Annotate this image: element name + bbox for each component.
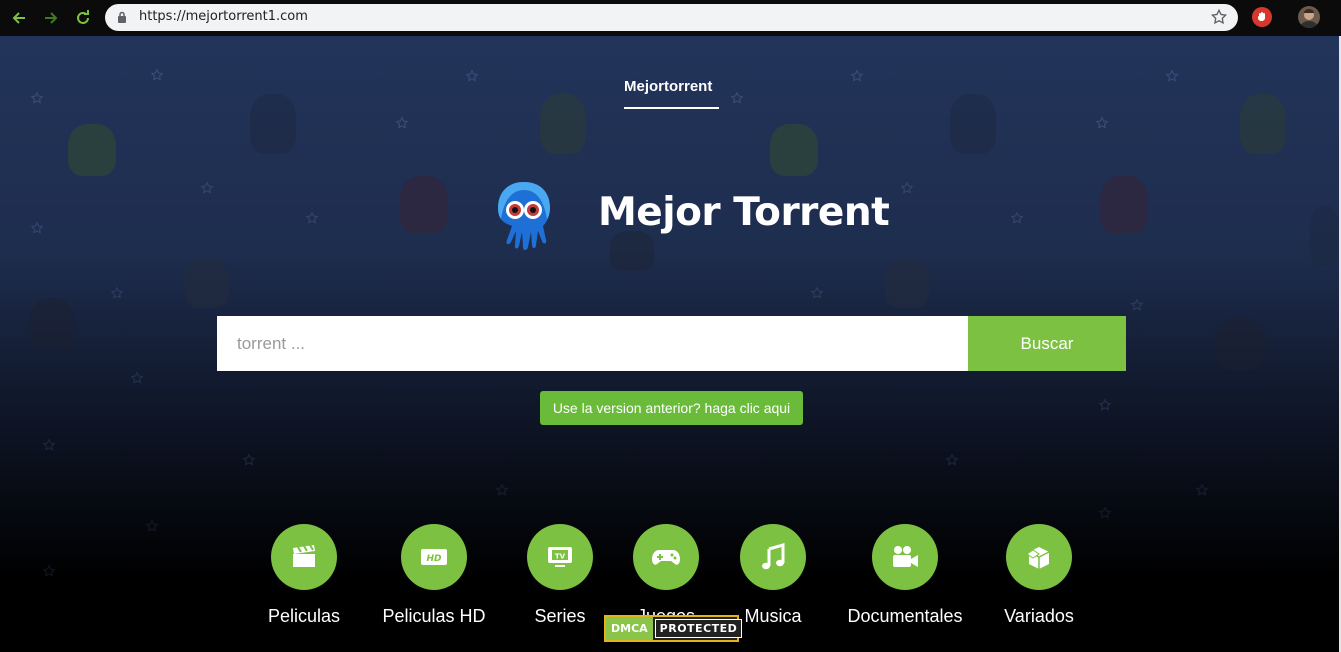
tv-icon: TV (527, 524, 593, 590)
star-icon (730, 91, 744, 104)
category-documentales[interactable]: Documentales (835, 524, 975, 627)
monster-decoration (250, 94, 296, 154)
star-icon (42, 438, 56, 451)
star-icon (30, 221, 44, 234)
star-icon (145, 519, 159, 532)
star-icon (242, 453, 256, 466)
star-icon (305, 211, 319, 224)
star-icon (200, 181, 214, 194)
search-input[interactable] (217, 316, 968, 371)
monster-decoration (950, 94, 996, 154)
clapperboard-icon (271, 524, 337, 590)
monster-decoration (400, 176, 448, 234)
svg-text:HD: HD (426, 554, 442, 564)
star-icon (110, 286, 124, 299)
star-icon (150, 68, 164, 81)
monster-decoration (1310, 206, 1339, 266)
star-icon (1095, 116, 1109, 129)
monster-decoration (770, 124, 818, 176)
browser-toolbar: https://mejortorrent1.com (0, 0, 1341, 36)
gamepad-icon (633, 524, 699, 590)
nav-link-mejortorrent[interactable]: Mejortorrent (624, 78, 712, 95)
category-musica[interactable]: Musica (703, 524, 843, 627)
hd-icon: HD (401, 524, 467, 590)
star-icon (130, 371, 144, 384)
page-background: Mejortorrent Mejor Torrent Buscar Use la… (0, 36, 1339, 652)
monster-decoration (885, 258, 929, 308)
star-icon (1010, 211, 1024, 224)
brand-title: Mejor Torrent (598, 190, 890, 235)
monster-decoration (540, 94, 586, 154)
old-version-button[interactable]: Use la version anterior? haga clic aqui (540, 391, 803, 425)
monster-decoration (185, 258, 229, 308)
monster-decoration (1100, 176, 1148, 234)
category-peliculas-hd[interactable]: HD Peliculas HD (364, 524, 504, 627)
reload-icon[interactable] (72, 7, 94, 29)
star-icon (30, 91, 44, 104)
star-icon (42, 564, 56, 577)
star-icon (900, 181, 914, 194)
star-icon (1130, 298, 1144, 311)
star-icon (495, 483, 509, 496)
star-icon (1098, 398, 1112, 411)
monster-decoration (1215, 318, 1265, 370)
address-bar[interactable]: https://mejortorrent1.com (105, 4, 1238, 31)
lock-icon (117, 11, 127, 29)
monster-decoration (30, 298, 74, 350)
nav-active-underline (624, 107, 719, 109)
star-icon (1098, 506, 1112, 519)
back-icon[interactable] (8, 7, 30, 29)
monster-decoration (610, 231, 654, 271)
star-icon (1165, 69, 1179, 82)
star-icon (395, 116, 409, 129)
star-icon (465, 69, 479, 82)
star-icon (810, 286, 824, 299)
profile-avatar[interactable] (1298, 6, 1320, 28)
monster-decoration (68, 124, 116, 176)
search-button[interactable]: Buscar (968, 316, 1126, 371)
music-note-icon (740, 524, 806, 590)
svg-text:TV: TV (555, 553, 566, 561)
forward-icon[interactable] (40, 7, 62, 29)
star-icon (1195, 483, 1209, 496)
category-peliculas[interactable]: Peliculas (234, 524, 374, 627)
star-icon (945, 453, 959, 466)
extension-icon[interactable] (1252, 7, 1272, 27)
video-camera-icon (872, 524, 938, 590)
bookmark-star-icon[interactable] (1210, 8, 1228, 31)
octopus-mascot-logo (498, 182, 550, 250)
url-text: https://mejortorrent1.com (139, 9, 308, 24)
box-icon (1006, 524, 1072, 590)
monster-decoration (1240, 94, 1286, 154)
star-icon (850, 69, 864, 82)
category-variados[interactable]: Variados (969, 524, 1109, 627)
dmca-protected-badge[interactable]: DMCA PROTECTED (604, 615, 743, 642)
